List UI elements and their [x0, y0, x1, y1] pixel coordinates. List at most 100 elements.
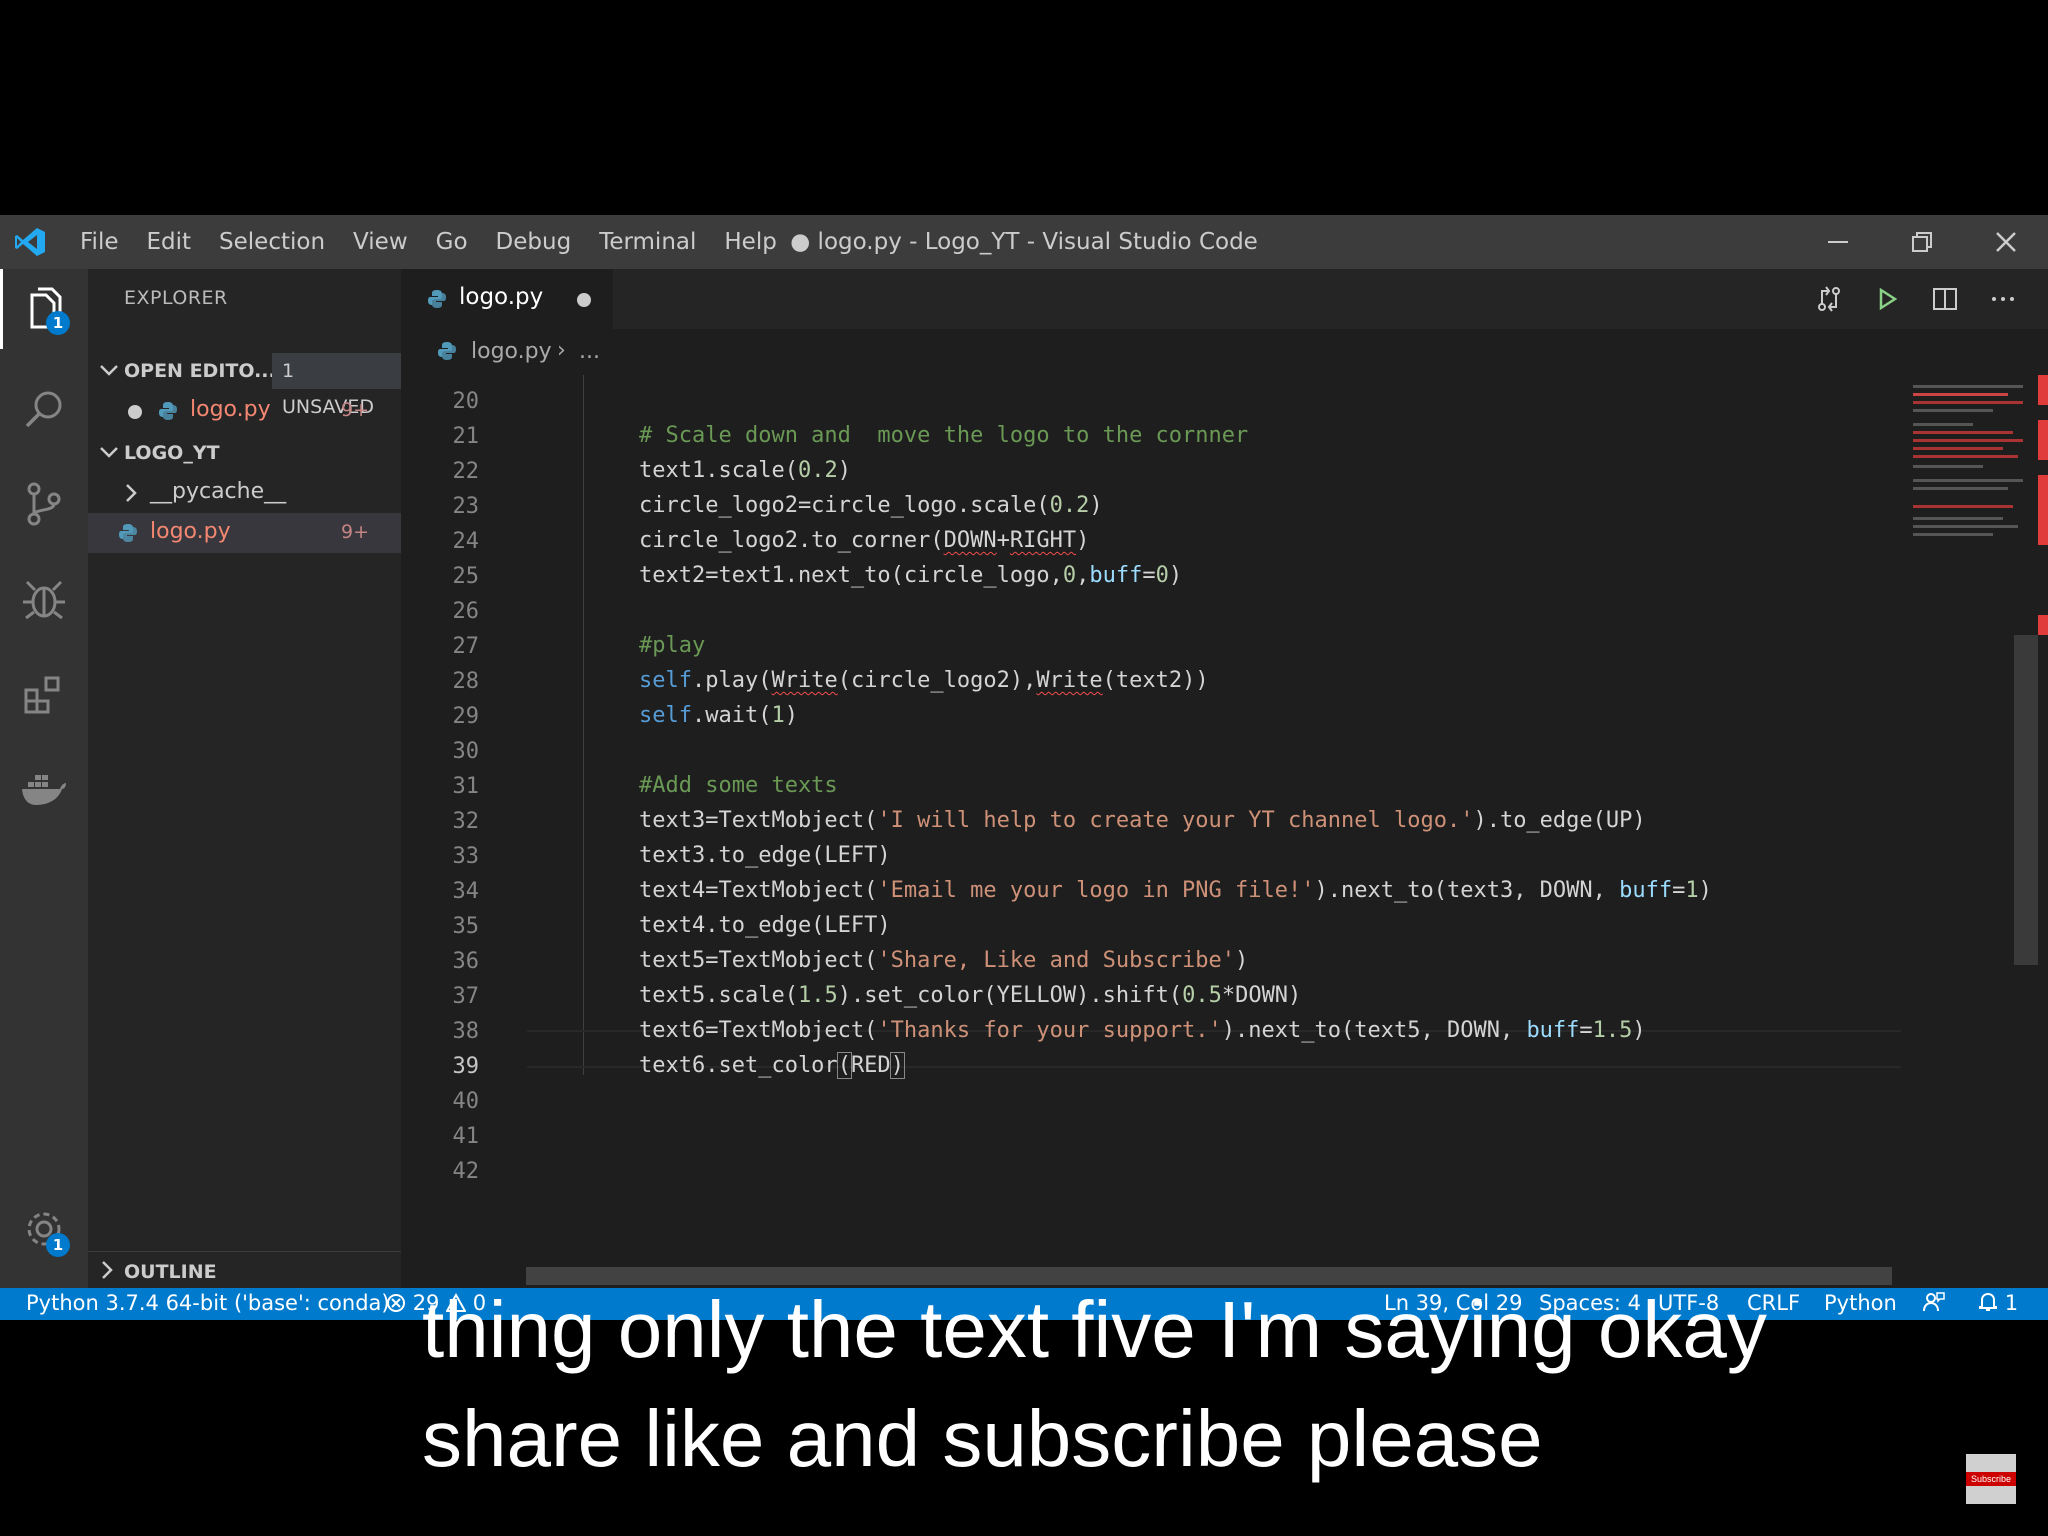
- problems-count: 9+: [340, 399, 369, 421]
- code-line: text1.scale(0.2): [639, 458, 851, 483]
- search-activity[interactable]: [0, 369, 88, 449]
- menu-edit[interactable]: Edit: [147, 229, 192, 255]
- vertical-scrollbar-thumb[interactable]: [2014, 635, 2038, 965]
- restore-button[interactable]: [1880, 215, 1964, 269]
- editor-tabs: logo.py: [401, 269, 2048, 329]
- subscribe-watermark[interactable]: Subscribe: [1966, 1454, 2016, 1504]
- open-editor-item[interactable]: logo.py 9+: [88, 391, 401, 431]
- menu-terminal[interactable]: Terminal: [599, 229, 696, 255]
- restore-icon: [1912, 232, 1932, 252]
- close-icon: [1996, 232, 2016, 252]
- minimize-icon: [1828, 241, 1848, 243]
- debug-icon: [23, 580, 65, 620]
- explorer-badge: 1: [46, 311, 70, 335]
- explorer-activity[interactable]: 1: [0, 269, 88, 349]
- line-number: 34: [452, 879, 480, 904]
- more-actions-button[interactable]: [1974, 286, 2032, 312]
- tab-label: logo.py: [459, 284, 544, 310]
- run-button[interactable]: [1858, 287, 1916, 311]
- breadcrumb-file[interactable]: logo.py: [471, 339, 552, 364]
- extensions-activity[interactable]: [0, 654, 88, 734]
- manage-activity[interactable]: 1: [0, 1189, 88, 1269]
- tree-item-logo-py[interactable]: logo.py 9+: [88, 513, 401, 553]
- line-number: 41: [452, 1124, 480, 1149]
- code-line: self.play(Write(circle_logo2),Write(text…: [639, 668, 1209, 693]
- window-controls: [1796, 215, 2048, 269]
- code-line: #play: [639, 633, 706, 658]
- bell-icon: [1979, 1292, 1997, 1311]
- open-editors-label: OPEN EDITO...: [124, 360, 276, 382]
- title-bar: File Edit Selection View Go Debug Termin…: [0, 215, 2048, 269]
- code-line: text3.to_edge(LEFT): [639, 843, 891, 868]
- play-icon: [1879, 287, 1898, 311]
- line-number: 32: [452, 809, 480, 834]
- chevron-right-icon: [126, 484, 137, 502]
- tree-item-label: logo.py: [150, 519, 231, 544]
- python-file-icon: [159, 402, 177, 420]
- menu-selection[interactable]: Selection: [219, 229, 325, 255]
- minimize-button[interactable]: [1796, 215, 1880, 269]
- split-editor-button[interactable]: [1916, 286, 1974, 312]
- folder-header[interactable]: LOGO_YT: [88, 433, 401, 473]
- code-line: circle_logo2.to_corner(DOWN+RIGHT): [639, 528, 1090, 553]
- open-editors-header[interactable]: OPEN EDITO... 1 UNSAVED: [88, 351, 401, 418]
- line-number: 25: [452, 564, 480, 589]
- error-icon: [387, 1294, 405, 1312]
- compare-changes-icon: [1818, 286, 1840, 312]
- activity-bar: 1 1: [0, 269, 88, 1288]
- menu-help[interactable]: Help: [724, 229, 776, 255]
- docker-activity[interactable]: [0, 749, 88, 829]
- open-changes-button[interactable]: [1800, 285, 1858, 313]
- code-line: self.wait(1): [639, 703, 798, 728]
- menu-go[interactable]: Go: [436, 229, 468, 255]
- source-control-activity[interactable]: [0, 464, 88, 544]
- explorer-sidebar: EXPLORER OPEN EDITO... 1 UNSAVED logo.py…: [88, 269, 401, 1288]
- line-number: 30: [452, 739, 480, 764]
- python-file-icon: [428, 290, 446, 308]
- notifications-button[interactable]: 1: [1978, 1291, 2018, 1315]
- horizontal-scrollbar[interactable]: [526, 1267, 1892, 1285]
- close-window-button[interactable]: [1964, 215, 2048, 269]
- sidebar-title: EXPLORER: [124, 287, 228, 309]
- unsaved-dot-icon[interactable]: [577, 293, 591, 307]
- python-interpreter[interactable]: Python 3.7.4 64-bit ('base': conda): [26, 1291, 390, 1315]
- language-mode[interactable]: Python: [1824, 1291, 1897, 1315]
- chevron-down-icon: [100, 365, 118, 376]
- code-line: circle_logo2=circle_logo.scale(0.2): [639, 493, 1103, 518]
- docker-icon: [22, 775, 66, 805]
- menu-file[interactable]: File: [80, 229, 119, 255]
- problems-count: 9+: [340, 521, 369, 543]
- tree-item-pycache[interactable]: __pycache__: [88, 473, 401, 513]
- chevron-right-icon: [102, 1261, 113, 1279]
- outline-section[interactable]: OUTLINE: [88, 1251, 401, 1289]
- debug-activity[interactable]: [0, 559, 88, 639]
- chevron-down-icon: [100, 447, 118, 458]
- menu-view[interactable]: View: [353, 229, 408, 255]
- line-number: 42: [452, 1159, 480, 1184]
- feedback-icon: [1923, 1292, 1945, 1312]
- code-line: text5=TextMobject('Share, Like and Subsc…: [639, 948, 1249, 973]
- code-editor[interactable]: 20 21 22 23 24 25 26 27 28 29 30 31 32 33 34 35 36 37 38 39…: [401, 375, 1901, 1230]
- line-number: 39: [452, 1054, 480, 1079]
- menu-debug[interactable]: Debug: [496, 229, 572, 255]
- tab-logo-py[interactable]: logo.py: [401, 269, 613, 329]
- code-line: #Add some texts: [639, 773, 838, 798]
- line-number: 24: [452, 529, 480, 554]
- caption-line-1: thing only the text five I'm saying okay: [422, 1285, 1767, 1374]
- line-number: 38: [452, 1019, 480, 1044]
- caption-line-2: share like and subscribe please: [422, 1394, 1543, 1483]
- tree-item-label: __pycache__: [150, 479, 287, 504]
- line-number: 21: [452, 424, 480, 449]
- breadcrumb-more[interactable]: ...: [579, 339, 600, 364]
- unsaved-dot-icon: [128, 405, 142, 419]
- feedback-button[interactable]: [1922, 1291, 1946, 1318]
- line-number: 40: [452, 1089, 480, 1114]
- line-number: 27: [452, 634, 480, 659]
- line-number: 23: [452, 494, 480, 519]
- code-line: text2=text1.next_to(circle_logo,0,buff=0…: [639, 563, 1183, 588]
- extensions-icon: [24, 676, 60, 714]
- breadcrumb: logo.py › ...: [401, 329, 2048, 375]
- code-line: text5.scale(1.5).set_color(YELLOW).shift…: [639, 983, 1302, 1008]
- minimap[interactable]: [1901, 375, 2048, 1230]
- code-line: text6=TextMobject('Thanks for your suppo…: [639, 1018, 1646, 1043]
